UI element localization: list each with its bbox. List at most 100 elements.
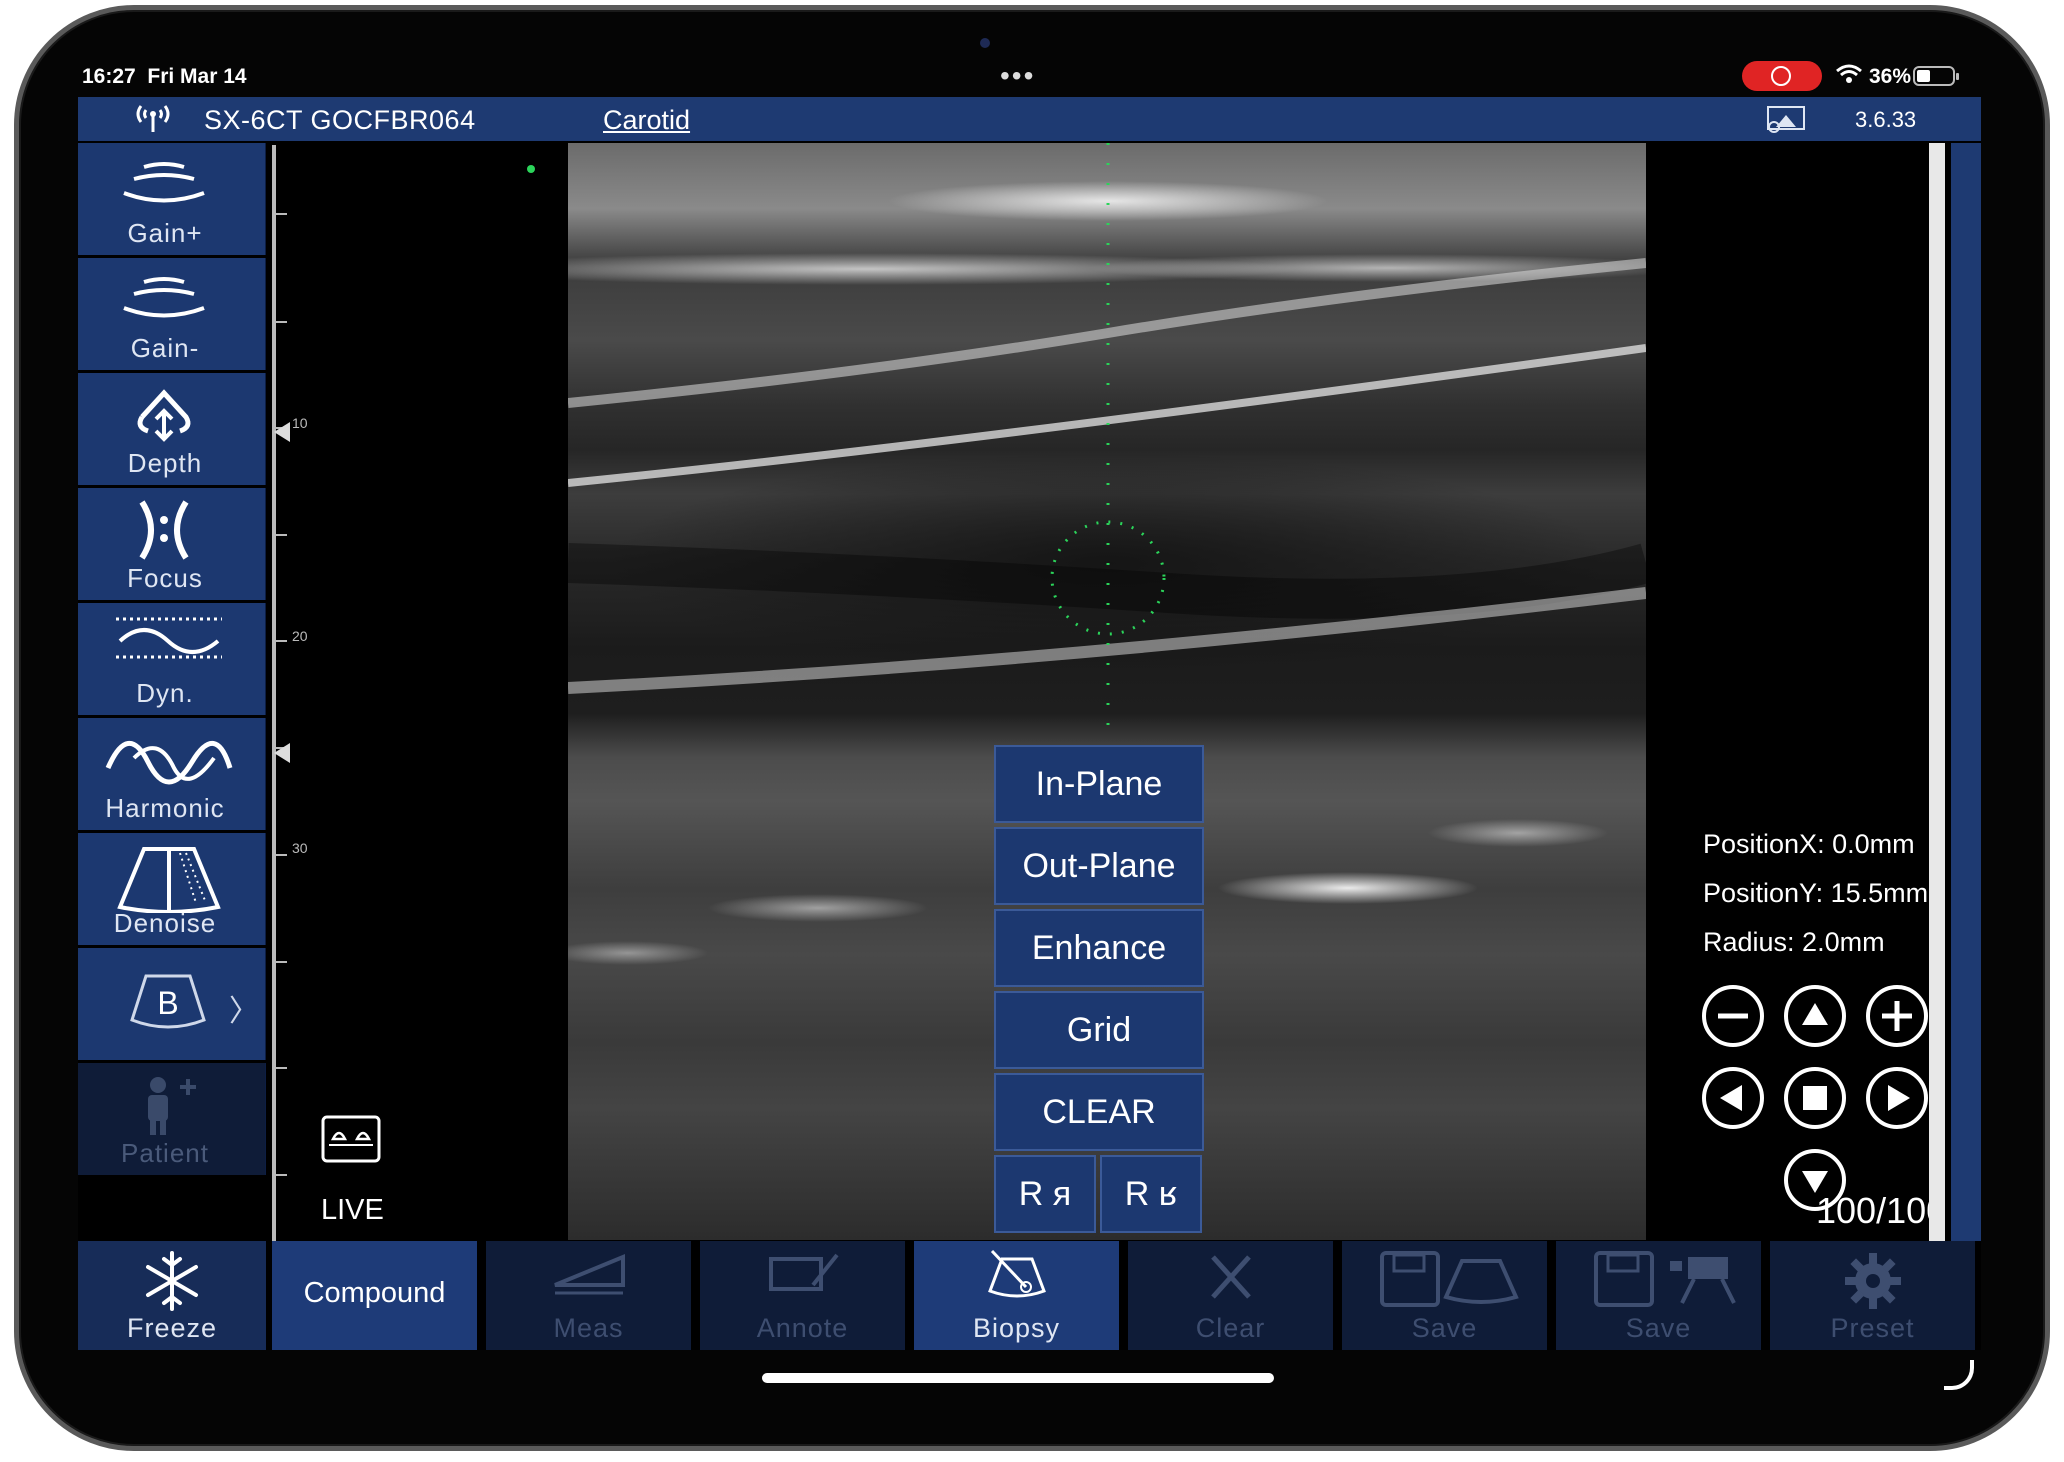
home-indicator[interactable] <box>762 1373 1274 1383</box>
orientation-dot <box>527 165 535 173</box>
gain-plus-button[interactable]: Gain+ <box>78 143 266 255</box>
radius-readout: Radius: 2.0mm <box>1703 927 1885 957</box>
biopsy-icon <box>987 1249 1046 1298</box>
bottom-toolbar: Freeze Compound Meas Annote Biopsy Clear… <box>78 1241 1981 1350</box>
radius-minus-button[interactable] <box>1702 985 1764 1047</box>
patient-label: Patient <box>121 1138 209 1168</box>
multitasking-dots-icon[interactable]: ••• <box>1000 60 1035 92</box>
ruler-tick <box>275 640 287 642</box>
right-panel-toggle[interactable]: 〈 <box>1951 143 1981 1241</box>
enhance-button[interactable]: Enhance <box>994 909 1204 987</box>
gain-plus-icon <box>123 162 205 203</box>
status-time: 16:27 Fri Mar 14 <box>82 65 247 88</box>
annotate-label: Annote <box>756 1313 849 1343</box>
app-version: 3.6.33 <box>1855 107 1917 132</box>
dynamic-range-icon <box>116 617 222 659</box>
save-image-button[interactable]: Save <box>1342 1241 1547 1350</box>
frame-counter: 100/100 <box>1816 1190 1947 1231</box>
arrow-up-icon <box>1802 1003 1828 1025</box>
ruler-tick <box>275 213 287 215</box>
ruler-tick <box>275 1067 287 1069</box>
clear-icon <box>1210 1255 1251 1299</box>
focus-label: Focus <box>127 563 203 593</box>
move-up-button[interactable] <box>1784 985 1846 1047</box>
ruler-tick <box>275 321 287 323</box>
depth-button[interactable]: Depth <box>78 373 266 485</box>
battery-percent: 36% <box>1869 65 1912 88</box>
cine-scrollbar[interactable] <box>1929 143 1945 1241</box>
preset-button[interactable]: Preset <box>1770 1241 1975 1350</box>
in-plane-button[interactable]: In-Plane <box>994 745 1204 823</box>
move-right-button[interactable] <box>1866 1067 1928 1129</box>
ios-status-bar: 16:27 Fri Mar 14 ••• 36% <box>78 60 1988 98</box>
clear-label: Clear <box>1195 1313 1266 1343</box>
ruler-tick <box>275 1174 287 1176</box>
gain-minus-icon <box>123 277 205 318</box>
b-mode-button[interactable]: B 〉 <box>78 948 266 1060</box>
dynamic-range-label: Dyn. <box>136 678 194 708</box>
minus-icon <box>1718 1013 1748 1019</box>
dynamic-range-button[interactable]: Dyn. <box>78 603 266 715</box>
move-left-button[interactable] <box>1702 1067 1764 1129</box>
measure-label: Meas <box>553 1313 624 1343</box>
live-label: LIVE <box>321 1194 384 1226</box>
depth-icon <box>137 389 191 442</box>
stop-icon <box>1803 1086 1827 1110</box>
gain-minus-label: Gain- <box>130 333 200 363</box>
gain-plus-label: Gain+ <box>127 218 203 248</box>
biopsy-label: Biopsy <box>972 1313 1061 1343</box>
compound-button[interactable]: Compound <box>272 1241 477 1350</box>
ruler-tick <box>275 961 287 963</box>
svg-text:B: B <box>157 985 178 1021</box>
b-mode-icon: B <box>130 974 206 1029</box>
wifi-icon <box>1835 62 1863 93</box>
radius-plus-button[interactable] <box>1866 985 1928 1047</box>
snowflake-icon <box>146 1251 198 1311</box>
stop-button[interactable] <box>1784 1067 1846 1129</box>
patient-icon <box>148 1077 196 1135</box>
harmonic-button[interactable]: Harmonic <box>78 718 266 830</box>
battery-icon <box>1913 66 1959 86</box>
focus-marker-icon <box>274 743 290 763</box>
plus-icon <box>1882 1001 1912 1031</box>
freeze-label: Freeze <box>126 1313 218 1343</box>
save-video-button[interactable]: Save <box>1556 1241 1761 1350</box>
depth-tick-label: 20 <box>292 628 308 644</box>
device-id: SX-6CT GOCFBR064 <box>204 105 476 135</box>
gain-minus-button[interactable]: Gain- <box>78 258 266 370</box>
screen-recording-icon[interactable] <box>1742 61 1822 91</box>
clear-guide-button[interactable]: CLEAR <box>994 1073 1204 1151</box>
compound-label: Compound <box>303 1277 446 1309</box>
save-image-icon <box>1379 1251 1519 1307</box>
save-image-label: Save <box>1411 1313 1478 1343</box>
grid-button[interactable]: Grid <box>994 991 1204 1069</box>
top-bar: SX-6CT GOCFBR064 Carotid 3.6.33 <box>78 97 1981 141</box>
patient-button[interactable]: Patient <box>78 1063 266 1175</box>
out-plane-button[interactable]: Out-Plane <box>994 827 1204 905</box>
depth-label: Depth <box>127 448 203 478</box>
annotate-icon <box>768 1253 839 1291</box>
focus-button[interactable]: Focus <box>78 488 266 600</box>
measure-button[interactable]: Meas <box>486 1241 691 1350</box>
signal-icon <box>133 100 173 143</box>
focus-marker-icon <box>274 422 290 442</box>
position-x-readout: PositionX: 0.0mm <box>1703 829 1915 859</box>
freeze-button[interactable]: Freeze <box>78 1241 266 1350</box>
b-mode-expand-icon[interactable]: 〉 <box>229 986 259 1030</box>
flip-right-button[interactable]: R ʁ <box>1100 1155 1202 1233</box>
denoise-button[interactable]: Denoise <box>78 833 266 945</box>
depth-tick-label: 30 <box>292 840 308 856</box>
depth-tick-label: 10 <box>292 415 308 431</box>
clear-button[interactable]: Clear <box>1128 1241 1333 1350</box>
save-video-icon <box>1593 1251 1736 1307</box>
arrow-right-icon <box>1888 1085 1910 1111</box>
harmonic-icon <box>105 740 233 785</box>
depth-ruler <box>272 145 276 1243</box>
preset-mode-link[interactable]: Carotid <box>603 105 690 136</box>
preset-label: Preset <box>1830 1313 1915 1343</box>
flip-left-button[interactable]: R я <box>994 1155 1096 1233</box>
annotate-button[interactable]: Annote <box>700 1241 905 1350</box>
screen-mirror-icon[interactable] <box>1766 105 1806 133</box>
biopsy-button[interactable]: Biopsy <box>914 1241 1119 1350</box>
position-y-readout: PositionY: 15.5mm <box>1703 878 1929 908</box>
